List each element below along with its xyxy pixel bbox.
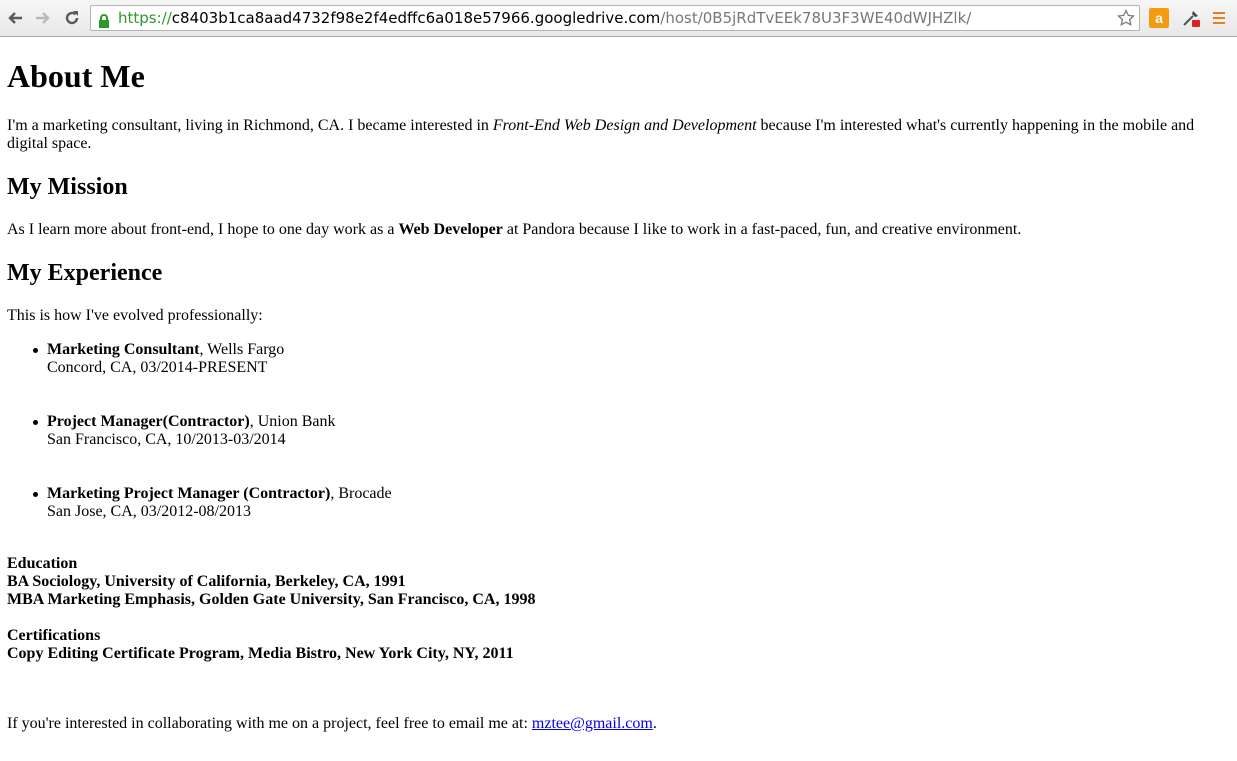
mission-text-end: at Pandora because I like to work in a f… — [502, 221, 1022, 238]
job-details: Concord, CA, 03/2014-PRESENT — [47, 359, 268, 376]
contact-paragraph: If you're interested in collaborating wi… — [7, 715, 657, 733]
address-bar[interactable]: https://c8403b1ca8aad4732f98e2f4edffc6a0… — [90, 5, 1140, 31]
lock-icon — [97, 11, 111, 28]
list-item: Project Manager(Contractor), Union Bank … — [7, 413, 392, 485]
job-list: Marketing Consultant, Wells Fargo Concor… — [7, 341, 392, 557]
svg-text:a: a — [1155, 10, 1163, 26]
job-company: , Brocade — [330, 485, 392, 502]
certifications-heading: Certifications — [7, 627, 101, 644]
education-section: Education BA Sociology, University of Ca… — [7, 555, 535, 609]
color-picker-extension-icon[interactable] — [1181, 8, 1201, 28]
mission-text-start: As I learn more about front-end, I hope … — [7, 221, 399, 238]
email-link[interactable]: mztee@gmail.com — [532, 715, 653, 732]
page-title: About Me — [7, 58, 145, 94]
job-company: , Union Bank — [249, 413, 336, 430]
education-item: MBA Marketing Emphasis, Golden Gate Univ… — [7, 591, 536, 608]
job-details: San Jose, CA, 03/2012-08/2013 — [47, 503, 251, 520]
list-item: Marketing Project Manager (Contractor), … — [7, 485, 392, 557]
mission-strong: Web Developer — [398, 221, 503, 238]
bullet-icon — [33, 348, 38, 353]
contact-text: If you're interested in collaborating wi… — [7, 715, 532, 732]
job-role: Marketing Project Manager (Contractor) — [47, 485, 331, 502]
url-host: c8403b1ca8aad4732f98e2f4edffc6a018e57966… — [171, 9, 661, 27]
url-text: https://c8403b1ca8aad4732f98e2f4edffc6a0… — [118, 6, 971, 30]
experience-heading: My Experience — [7, 260, 163, 286]
education-heading: Education — [7, 555, 78, 572]
reload-icon[interactable] — [62, 8, 82, 28]
contact-end: . — [652, 715, 657, 732]
intro-emphasis: Front-End Web Design and Development — [492, 117, 757, 134]
job-details: San Francisco, CA, 10/2013-03/2014 — [47, 431, 286, 448]
intro-text-start: I'm a marketing consultant, living in Ri… — [7, 117, 493, 134]
certifications-section: Certifications Copy Editing Certificate … — [7, 627, 514, 663]
back-arrow-icon[interactable] — [6, 8, 26, 28]
browser-toolbar: https://c8403b1ca8aad4732f98e2f4edffc6a0… — [0, 0, 1237, 37]
experience-intro: This is how I've evolved professionally: — [7, 307, 263, 324]
url-scheme: https:// — [118, 9, 172, 27]
mission-heading: My Mission — [7, 174, 128, 200]
amazon-extension-icon[interactable]: a — [1149, 8, 1169, 28]
intro-paragraph: I'm a marketing consultant, living in Ri… — [7, 117, 1207, 153]
star-icon[interactable] — [1117, 8, 1135, 27]
job-company: , Wells Fargo — [199, 341, 285, 358]
forward-arrow-icon[interactable] — [32, 8, 52, 28]
bullet-icon — [33, 420, 38, 425]
url-path: /host/0B5jRdTvEEk78U3F3WE40dWJHZlk/ — [660, 9, 972, 27]
education-item: BA Sociology, University of California, … — [7, 573, 406, 590]
menu-icon[interactable] — [1210, 8, 1230, 28]
bullet-icon — [33, 492, 38, 497]
certification-item: Copy Editing Certificate Program, Media … — [7, 645, 514, 662]
job-role: Project Manager(Contractor) — [47, 413, 250, 430]
job-role: Marketing Consultant — [47, 341, 200, 358]
mission-paragraph: As I learn more about front-end, I hope … — [7, 221, 1021, 239]
list-item: Marketing Consultant, Wells Fargo Concor… — [7, 341, 392, 413]
